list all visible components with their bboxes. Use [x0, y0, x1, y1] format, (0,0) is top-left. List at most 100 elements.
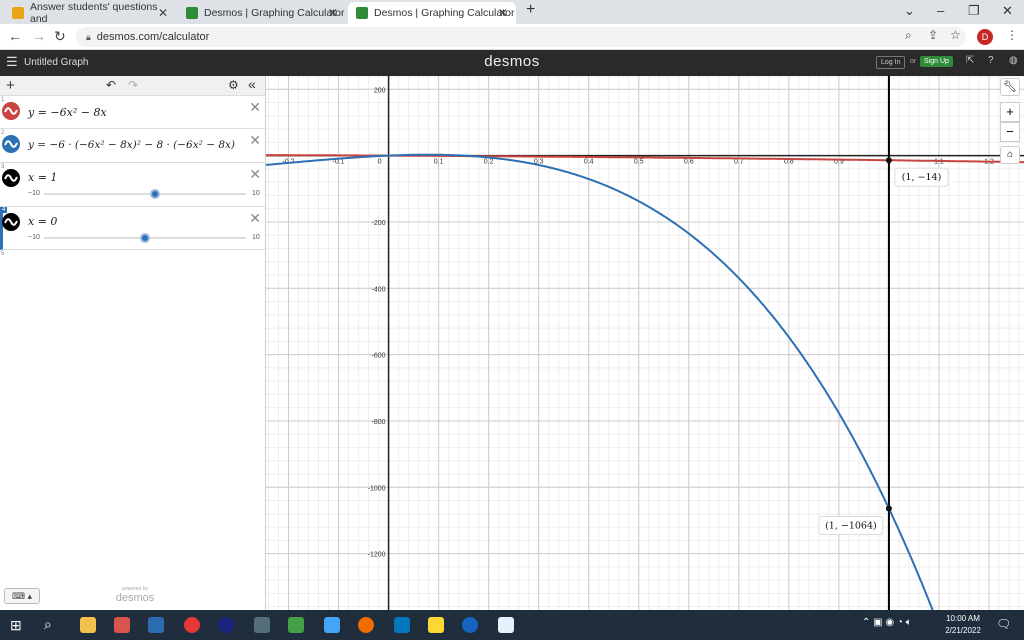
close-icon[interactable]: ✕	[498, 6, 508, 20]
lock-icon: 🔒︎	[86, 31, 91, 42]
notification-icon[interactable]: 🗨︎	[996, 617, 1011, 631]
file-explorer-icon[interactable]	[80, 617, 96, 633]
clock-time: 10:00 AM	[946, 614, 980, 623]
keypad-toggle-icon[interactable]: ⌨ ▴	[4, 588, 40, 604]
new-tab-plus-icon[interactable]: +	[526, 1, 535, 19]
more-menu-icon[interactable]: ⋮	[1006, 28, 1018, 42]
wave-color-icon[interactable]	[2, 135, 20, 153]
app-icon[interactable]	[498, 617, 514, 633]
expression-row-3[interactable]: 3 x = 1 ✕ −10 10	[0, 163, 265, 207]
search-icon[interactable]: ⌕	[44, 616, 52, 633]
app-icon[interactable]	[324, 617, 340, 633]
expression-row-2[interactable]: 2 y = −6 · (−6x² − 8x)² − 8 · (−6x² − 8x…	[0, 129, 265, 163]
tray-icons[interactable]: ⌃ ▣ ◉ ◔ 🔈︎	[862, 617, 912, 628]
x-tick-label: 1.1	[934, 159, 944, 166]
delete-expression-icon[interactable]: ✕	[249, 210, 261, 227]
y-tick-label: -200	[372, 220, 386, 227]
wave-color-icon[interactable]	[2, 213, 20, 231]
chevron-down-icon[interactable]: ⌄	[904, 3, 915, 19]
app-icon[interactable]	[288, 617, 304, 633]
browser-tab-strip: Answer students' questions and ✕ Desmos …	[0, 0, 1024, 25]
or-label: or	[910, 58, 917, 65]
close-icon[interactable]: ✕	[158, 6, 168, 20]
graph-canvas[interactable]: -0.2-0.100.10.20.30.40.50.60.70.80.911.1…	[265, 75, 1024, 640]
expression-toolbar: + ↶ ↷ ⚙ «	[0, 76, 265, 96]
wrench-settings-icon[interactable]: 🔧︎	[1000, 78, 1020, 96]
app-icon[interactable]	[394, 617, 410, 633]
tab-title: Answer students' questions and	[30, 1, 158, 25]
help-icon[interactable]: ?	[984, 53, 998, 68]
point-marker	[885, 157, 892, 164]
expression-number: 5	[1, 251, 5, 257]
window-close-icon[interactable]: ✕	[1002, 3, 1013, 19]
home-icon[interactable]: ⌂	[1000, 146, 1020, 164]
point-marker	[885, 505, 892, 512]
collapse-list-icon[interactable]: «	[248, 76, 256, 92]
y-tick-label: -800	[372, 419, 386, 426]
zoom-search-icon[interactable]: ⌕	[905, 28, 912, 43]
expression-latex[interactable]: y = −6 · (−6x² − 8x)² − 8 · (−6x² − 8x)	[28, 139, 235, 151]
zoom-in-icon[interactable]: +	[1000, 102, 1020, 122]
slider-thumb[interactable]	[140, 233, 150, 243]
expression-latex[interactable]: x = 0	[28, 215, 57, 228]
graph-paper[interactable]: -0.2-0.100.10.20.30.40.50.60.70.80.911.1…	[265, 75, 1024, 640]
mail-icon[interactable]	[148, 617, 164, 633]
clock[interactable]: 10:00 AM 2/21/2022	[940, 613, 986, 637]
close-icon[interactable]: ✕	[328, 6, 338, 20]
expression-latex[interactable]: x = 1	[28, 171, 57, 184]
chrome-icon[interactable]	[184, 617, 200, 633]
share-graph-icon[interactable]: ⇱	[962, 53, 978, 68]
profile-avatar[interactable]: D	[977, 29, 993, 45]
app-icon[interactable]	[218, 617, 234, 633]
desmos-favicon-icon	[186, 7, 198, 19]
app-icon[interactable]	[462, 617, 478, 633]
delete-expression-icon[interactable]: ✕	[249, 99, 261, 116]
wave-color-icon[interactable]	[2, 102, 20, 120]
login-button[interactable]: Log In	[876, 56, 906, 69]
delete-expression-icon[interactable]: ✕	[249, 132, 261, 149]
browser-tab-3[interactable]: Desmos | Graphing Calculator ✕	[348, 2, 516, 24]
desmos-favicon-icon	[356, 7, 368, 19]
clock-date: 2/21/2022	[945, 626, 981, 635]
slider-max[interactable]: 10	[252, 234, 260, 241]
app-icon[interactable]	[254, 617, 270, 633]
globe-language-icon[interactable]: ◍	[1005, 53, 1022, 68]
sticky-notes-icon[interactable]	[428, 617, 444, 633]
chegg-favicon-icon	[12, 7, 24, 19]
slider-track[interactable]	[44, 193, 246, 195]
share-icon[interactable]: ⇪	[928, 28, 938, 42]
undo-icon[interactable]: ↶	[106, 78, 116, 92]
slider-min[interactable]: −10	[28, 234, 40, 241]
wave-color-icon[interactable]	[2, 169, 20, 187]
back-arrow-icon[interactable]: ←	[8, 28, 22, 44]
expression-row-5[interactable]: 5	[0, 250, 265, 280]
signup-button[interactable]: Sign Up	[920, 56, 953, 67]
redo-icon[interactable]: ↷	[128, 78, 138, 92]
expression-row-4[interactable]: 4 x = 0 ✕ −10 10	[0, 207, 265, 250]
minimize-icon[interactable]: –	[937, 3, 944, 18]
restore-icon[interactable]: ❐	[968, 3, 980, 19]
reload-icon[interactable]: ↻	[54, 28, 66, 45]
powered-by-brand: desmos	[115, 592, 155, 604]
delete-expression-icon[interactable]: ✕	[249, 166, 261, 183]
app-icon[interactable]	[114, 617, 130, 633]
slider-min[interactable]: −10	[28, 190, 40, 197]
slider-thumb[interactable]	[150, 189, 161, 199]
browser-tab-1[interactable]: Answer students' questions and ✕	[4, 1, 176, 25]
zoom-out-icon[interactable]: −	[1000, 122, 1020, 142]
search-app-icon[interactable]	[358, 617, 374, 633]
url-field[interactable]: 🔒︎ desmos.com/calculator	[76, 27, 966, 47]
tab-title: Desmos | Graphing Calculator	[374, 7, 515, 19]
y-tick-label: -1200	[368, 552, 386, 559]
expression-row-1[interactable]: 1 y = −6x² − 8x ✕	[0, 96, 265, 129]
settings-gear-icon[interactable]: ⚙	[228, 78, 239, 92]
windows-taskbar: ⊞ ⌕ ⌃ ▣ ◉ ◔ 🔈︎ 10:00 AM 2/21/2022 🗨︎	[0, 610, 1024, 640]
windows-start-icon[interactable]: ⊞	[10, 617, 22, 634]
slider-max[interactable]: 10	[252, 190, 260, 197]
add-item-plus-icon[interactable]: +	[6, 77, 15, 94]
forward-arrow-icon[interactable]: →	[32, 28, 46, 44]
y-tick-label: -1000	[368, 485, 386, 492]
star-bookmark-icon[interactable]: ☆	[950, 28, 961, 42]
expression-latex[interactable]: y = −6x² − 8x	[28, 106, 107, 119]
browser-tab-2[interactable]: Desmos | Graphing Calculator ✕	[178, 2, 346, 24]
